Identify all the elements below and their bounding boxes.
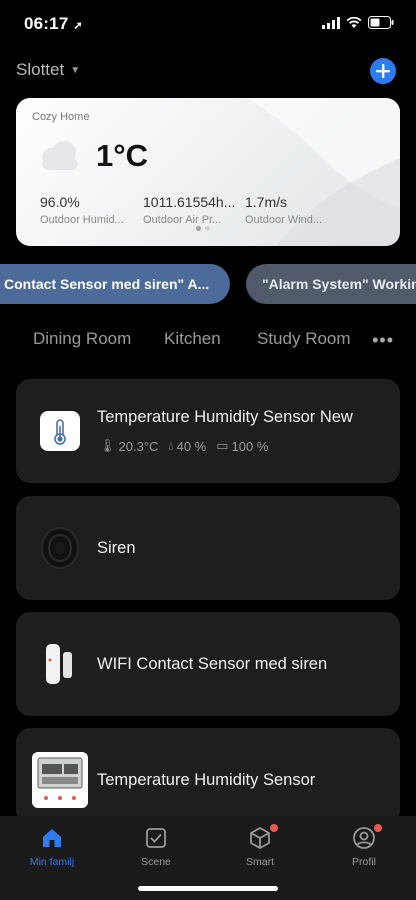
status-icons [322,16,394,29]
device-name: Temperature Humidity Sensor [97,771,316,789]
stat-humidity: 96.0% Outdoor Humid... [40,194,124,226]
thermometer-small-icon: 🌡︎ [99,438,116,453]
scene-button-alarm-system[interactable]: "Alarm System" Workin [246,264,416,304]
device-name: WIFI Contact Sensor med siren [97,655,328,673]
home-indicator [138,886,278,891]
add-device-button[interactable] [370,58,396,84]
caret-down-icon: ▼ [70,64,81,76]
status-time: 06:17 ➚ [24,14,83,33]
siren-icon [41,527,79,569]
tab-study-room[interactable]: Study Room [257,329,351,349]
notification-badge [270,824,278,832]
battery-small-icon: ▭ [216,438,229,453]
tab-smart[interactable]: Smart [220,824,300,868]
checkbox-icon [146,828,166,848]
plus-icon [376,64,390,78]
device-name: Siren [97,539,136,557]
droplet-icon: 💧︎ [168,438,174,453]
tab-scene[interactable]: Scene [116,826,196,868]
home-icon [43,829,61,847]
card-title: Cozy Home [32,111,90,123]
battery-icon [368,16,394,29]
home-selector[interactable]: Slottet ▼ [16,60,80,80]
more-dots-icon: ••• [372,330,394,350]
thermometer-icon [40,411,80,451]
stat-wind: 1.7m/s Outdoor Wind... [245,194,323,226]
cube-icon [250,826,270,850]
tab-dining-room[interactable]: Dining Room [33,329,131,349]
user-icon [353,827,375,849]
temperature-value: 1°C [96,138,149,173]
home-name: Slottet [16,60,65,79]
notification-badge [374,824,382,832]
contact-sensor-icon [46,644,72,684]
tab-profile[interactable]: Profil [324,824,404,868]
page-indicator [196,226,210,231]
more-rooms-button[interactable]: ••• [372,330,394,351]
device-name: Temperature Humidity Sensor New [97,408,353,426]
device-stats: 🌡︎ 20.3°C 💧︎ 40 % ▭ 100 % [99,438,269,454]
scene-button-contact-sensor[interactable]: Contact Sensor med siren" A... [0,264,230,304]
stat-air-pressure: 1011.61554h... Outdoor Air Pr... [143,194,236,226]
weather-card[interactable]: Cozy Home 1°C 96.0% Outdoor Humid... 101… [16,98,400,246]
lcd-sensor-icon [32,752,88,808]
cloud-icon [42,141,78,170]
tab-home[interactable]: Min familj [12,826,92,868]
location-arrow-icon: ➚ [73,20,83,32]
signal-icon [322,16,340,29]
tab-kitchen[interactable]: Kitchen [164,329,221,349]
wifi-icon [346,16,362,28]
